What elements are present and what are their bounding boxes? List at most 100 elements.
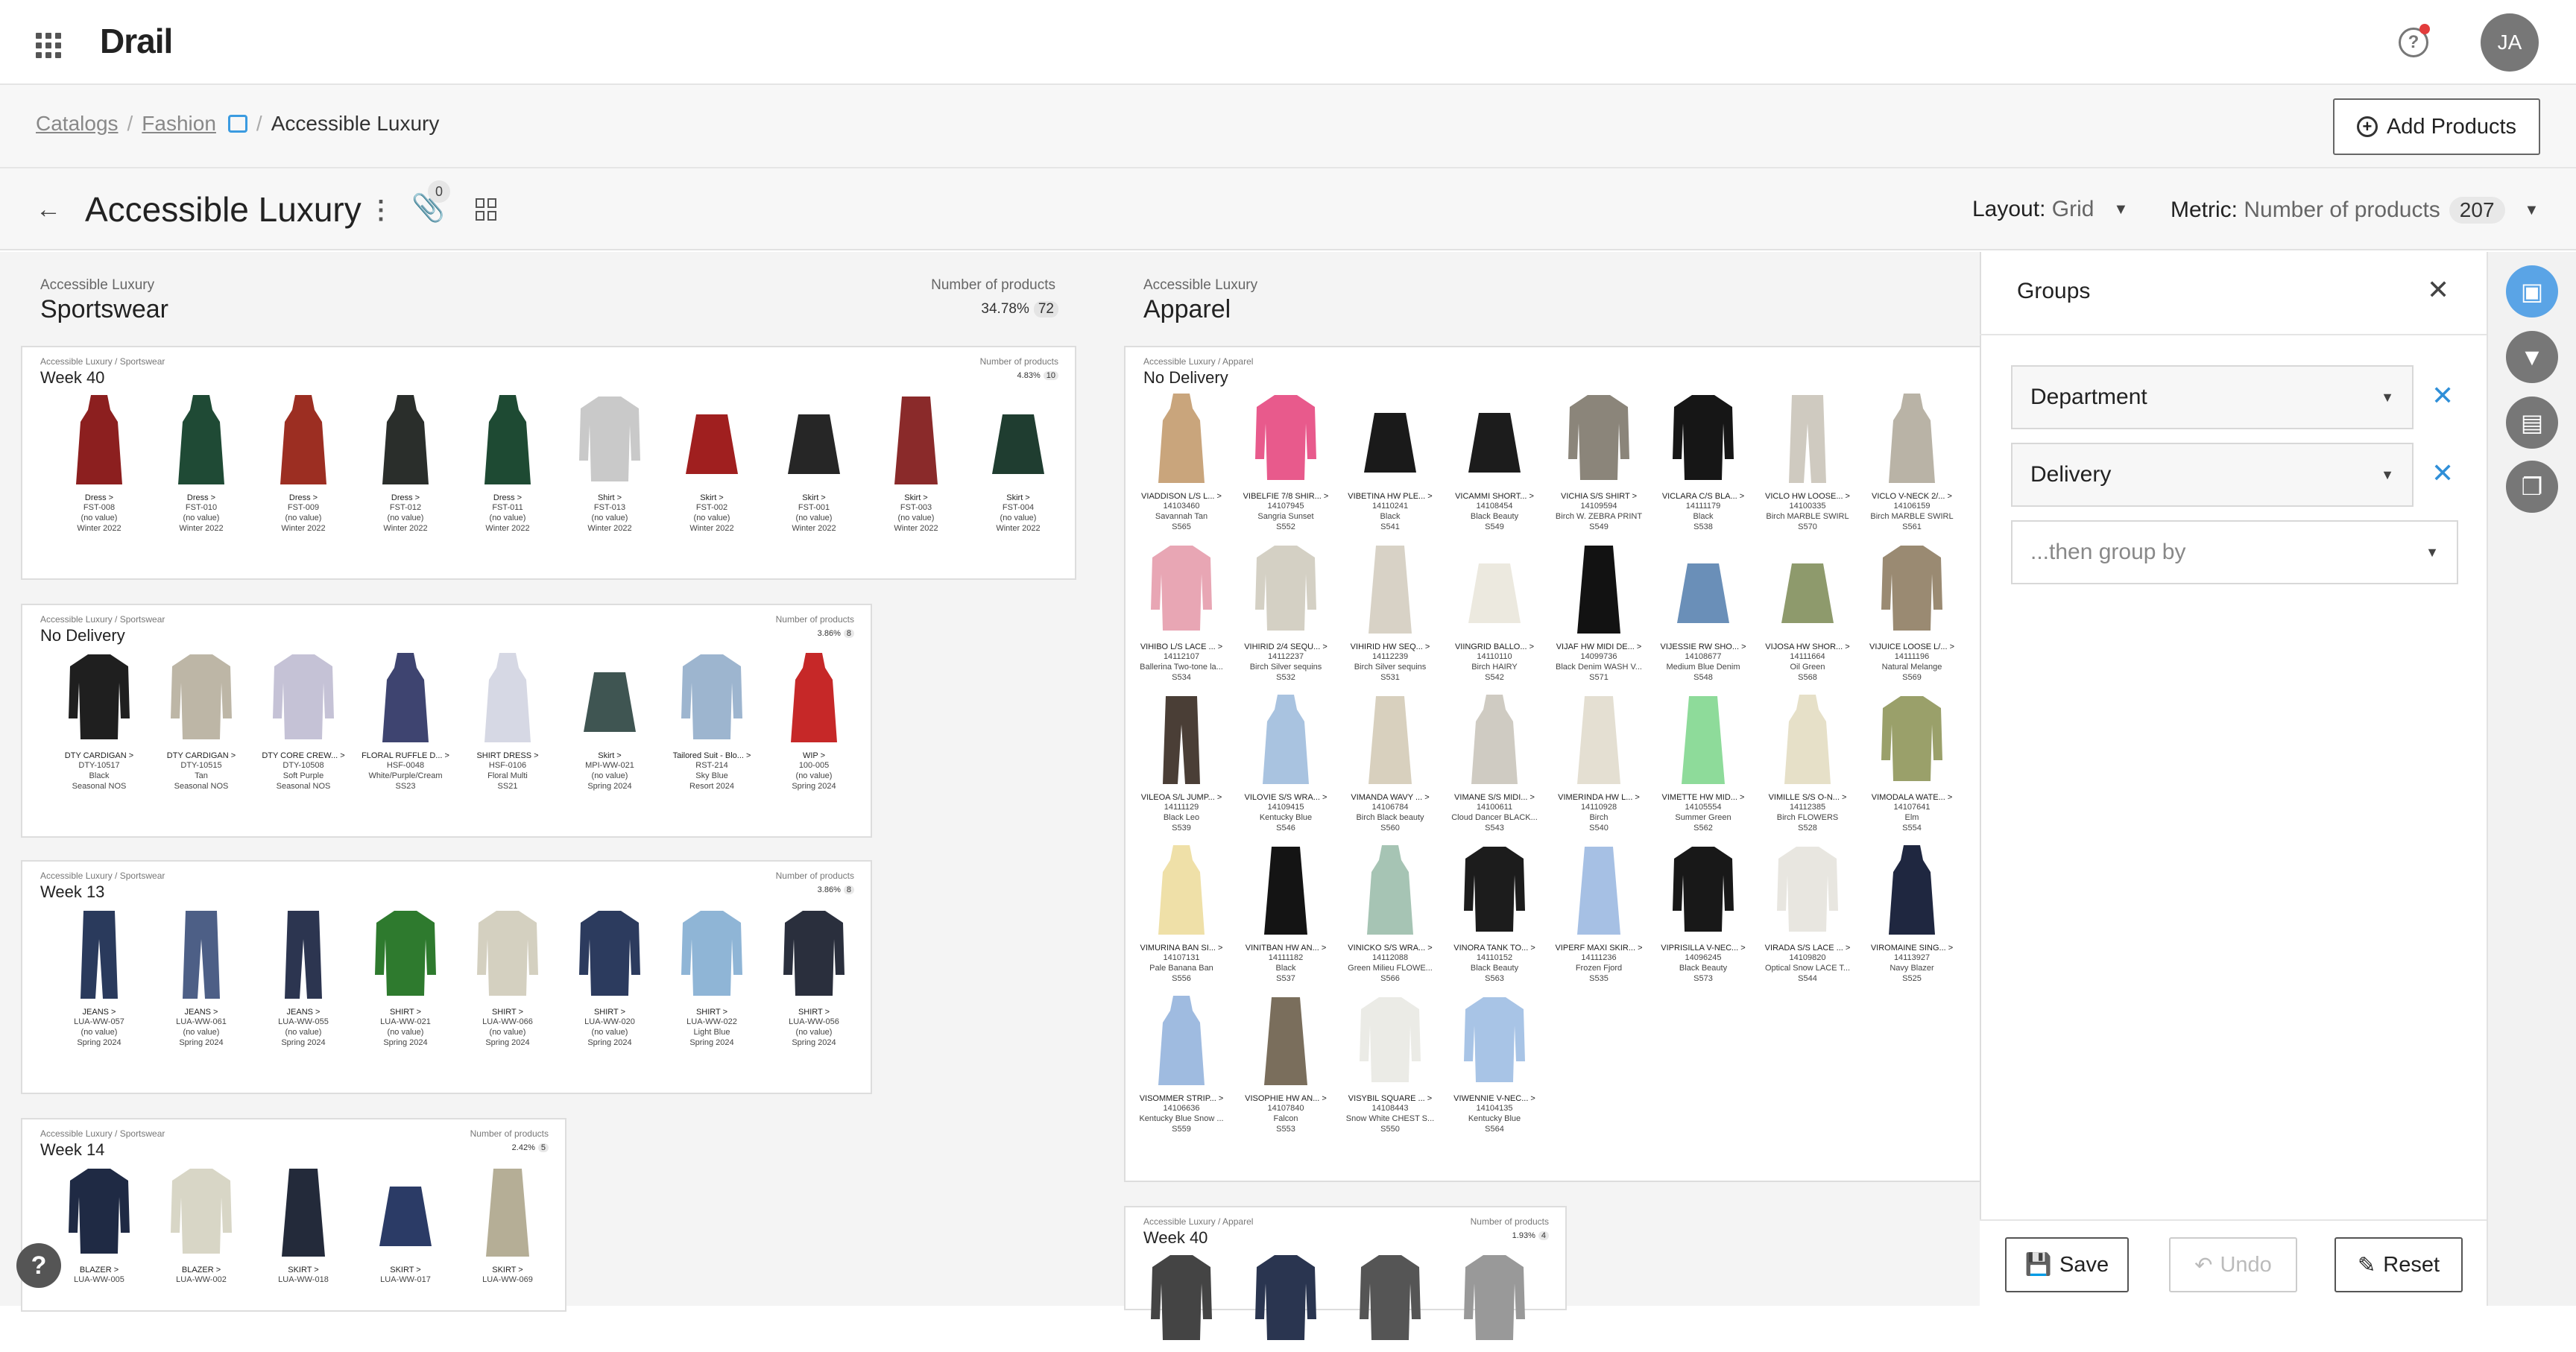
group-card-no-delivery[interactable]: Accessible Luxury / Sportswear No Deliver… [21,604,872,838]
product-image[interactable] [461,650,555,748]
product-tile[interactable]: VIBELFIE 7/8 SHIR... >14107945 Sangria Su… [1239,391,1333,532]
product-tile[interactable]: BLAZER > LUA-WW-005 [52,1164,146,1285]
product-image[interactable] [1343,842,1437,941]
product-tile[interactable]: BLAZER > LUA-WW-002 [154,1164,248,1285]
product-tile[interactable]: VISOPHIE HW AN... >14107840 Falcon S553 [1239,993,1333,1134]
product-image[interactable] [1239,391,1333,489]
product-image[interactable] [52,650,146,748]
product-image[interactable] [1239,1251,1333,1349]
product-name[interactable]: DTY CARDIGAN > [154,751,248,760]
product-tile[interactable]: SHIRT > LUA-WW-066 (no value) Spring 2024 [461,906,555,1048]
product-tile[interactable]: VIJUICE LOOSE L/... >14111196 Natural Mel… [1865,541,1959,683]
product-image[interactable] [665,650,759,748]
product-image[interactable] [359,1164,452,1263]
product-tile[interactable]: VILOVIE S/S WRA... >14109415 Kentucky Blu… [1239,692,1333,833]
product-tile[interactable]: VINICKO S/S WRA... >14112088 Green Milieu… [1343,842,1437,984]
product-image[interactable] [154,1164,248,1263]
product-image[interactable] [1343,391,1437,489]
comments-icon[interactable]: ▤ [2506,397,2558,449]
group-select-department[interactable]: Department ▼ [2011,365,2414,429]
product-tile[interactable] [1343,1251,1437,1352]
more-options-icon[interactable]: ⋮ [368,195,394,225]
metric-select[interactable]: Metric: Number of products 207 ▼ [2171,197,2539,224]
product-name[interactable]: Skirt > [971,493,1065,502]
remove-group-icon[interactable]: ✕ [2431,380,2454,411]
product-tile[interactable]: SHIRT > LUA-WW-022 Light Blue Spring 2024 [665,906,759,1048]
product-name[interactable]: VICLO V-NECK 2/... > [1865,492,1959,501]
product-name[interactable]: VILOVIE S/S WRA... > [1239,793,1333,802]
product-name[interactable]: VICLARA C/S BLA... > [1656,492,1750,501]
product-image[interactable] [1656,391,1750,489]
product-image[interactable] [1865,692,1959,790]
product-name[interactable]: VINORA TANK TO... > [1448,944,1541,953]
product-tile[interactable]: VIJESSIE RW SHO... >14108677 Medium Blue … [1656,541,1750,683]
product-image[interactable] [563,906,657,1005]
product-image[interactable] [1865,391,1959,489]
product-name[interactable]: Skirt > [767,493,861,502]
product-name[interactable]: VIJOSA HW SHOR... > [1761,642,1854,651]
product-tile[interactable]: VIMURINA BAN SI... >14107131 Pale Banana … [1134,842,1228,984]
product-name[interactable]: VICHIA S/S SHIRT > [1552,492,1646,501]
product-tile[interactable]: JEANS > LUA-WW-055 (no value) Spring 2024 [256,906,350,1048]
product-name[interactable]: VIRADA S/S LACE ... > [1761,944,1854,953]
product-tile[interactable]: Skirt > MPI-WW-021 (no value) Spring 2024 [563,650,657,792]
product-image[interactable] [461,392,555,490]
product-tile[interactable]: SHIRT > LUA-WW-020 (no value) Spring 2024 [563,906,657,1048]
product-image[interactable] [1552,541,1646,639]
product-image[interactable] [563,392,657,490]
group-select-delivery[interactable]: Delivery ▼ [2011,443,2414,507]
edit-note-icon[interactable] [227,115,247,133]
product-name[interactable]: VIMERINDA HW L... > [1552,793,1646,802]
product-name[interactable]: VINICKO S/S WRA... > [1343,944,1437,953]
product-image[interactable] [665,392,759,490]
product-image[interactable] [52,906,146,1005]
product-name[interactable]: Shirt > [563,493,657,502]
back-arrow-icon[interactable]: ← [36,195,61,224]
product-image[interactable] [1134,993,1228,1091]
product-tile[interactable]: Dress > FST-012 (no value) Winter 2022 [359,392,452,534]
product-tile[interactable]: VIINGRID BALLO... >14110110 Birch HAIRY S5… [1448,541,1541,683]
product-tile[interactable]: WIP >100-005 (no value) Spring 2024 [767,650,861,792]
product-tile[interactable]: VIMODALA WATE... >14107641 Elm S554 [1865,692,1959,833]
product-name[interactable]: Dress > [256,493,350,502]
product-name[interactable]: VICAMMI SHORT... > [1448,492,1541,501]
product-image[interactable] [1239,842,1333,941]
product-tile[interactable]: VIMETTE HW MID... >14105554 Summer Green S… [1656,692,1750,833]
product-tile[interactable]: VICLO V-NECK 2/... >14106159 Birch MARBLE… [1865,391,1959,532]
product-tile[interactable]: SHIRT > LUA-WW-021 (no value) Spring 2024 [359,906,452,1048]
product-tile[interactable]: VIHIRID HW SEQ... >14112239 Birch Silver … [1343,541,1437,683]
product-image[interactable] [52,1164,146,1263]
product-tile[interactable]: VICLARA C/S BLA... >14111179 Black S538 [1656,391,1750,532]
product-image[interactable] [1656,842,1750,941]
product-image[interactable] [1448,993,1541,1091]
product-image[interactable] [154,392,248,490]
product-name[interactable]: VIMETTE HW MID... > [1656,793,1750,802]
product-name[interactable]: BLAZER > [154,1266,248,1274]
product-name[interactable]: SKIRT > [461,1266,555,1274]
undo-button[interactable]: ↶ Undo [2169,1237,2297,1292]
avatar[interactable]: JA [2481,13,2539,72]
product-tile[interactable]: VIPRISILLA V-NEC... >14096245 Black Beaut… [1656,842,1750,984]
product-tile[interactable]: SHIRT DRESS > HSF-0106 Floral Multi SS21 [461,650,555,792]
product-tile[interactable] [1239,1251,1333,1352]
product-tile[interactable]: Skirt > FST-003 (no value) Winter 2022 [869,392,963,534]
product-name[interactable]: FLORAL RUFFLE D... > [359,751,452,760]
product-tile[interactable]: Skirt > FST-001 (no value) Winter 2022 [767,392,861,534]
product-name[interactable]: VIMANE S/S MIDI... > [1448,793,1541,802]
product-tile[interactable]: Skirt > FST-004 (no value) Winter 2022 [971,392,1065,534]
save-button[interactable]: 💾 Save [2005,1237,2129,1292]
product-image[interactable] [256,392,350,490]
product-tile[interactable]: VIMANDA WAVY ... >14106784 Birch Black be… [1343,692,1437,833]
product-tile[interactable]: DTY CARDIGAN > DTY-10515 Tan Seasonal NOS [154,650,248,792]
close-icon[interactable]: ✕ [2427,274,2449,306]
product-tile[interactable]: VIPERF MAXI SKIR... >14111236 Frozen Fjor… [1552,842,1646,984]
product-image[interactable] [256,650,350,748]
then-group-by-select[interactable]: ...then group by ▼ [2011,520,2458,584]
product-name[interactable]: Dress > [359,493,452,502]
product-image[interactable] [1343,1251,1437,1349]
product-image[interactable] [1239,541,1333,639]
product-image[interactable] [1761,541,1854,639]
product-name[interactable]: VIMODALA WATE... > [1865,793,1959,802]
product-image[interactable] [1552,391,1646,489]
product-name[interactable]: VIMILLE S/S O-N... > [1761,793,1854,802]
